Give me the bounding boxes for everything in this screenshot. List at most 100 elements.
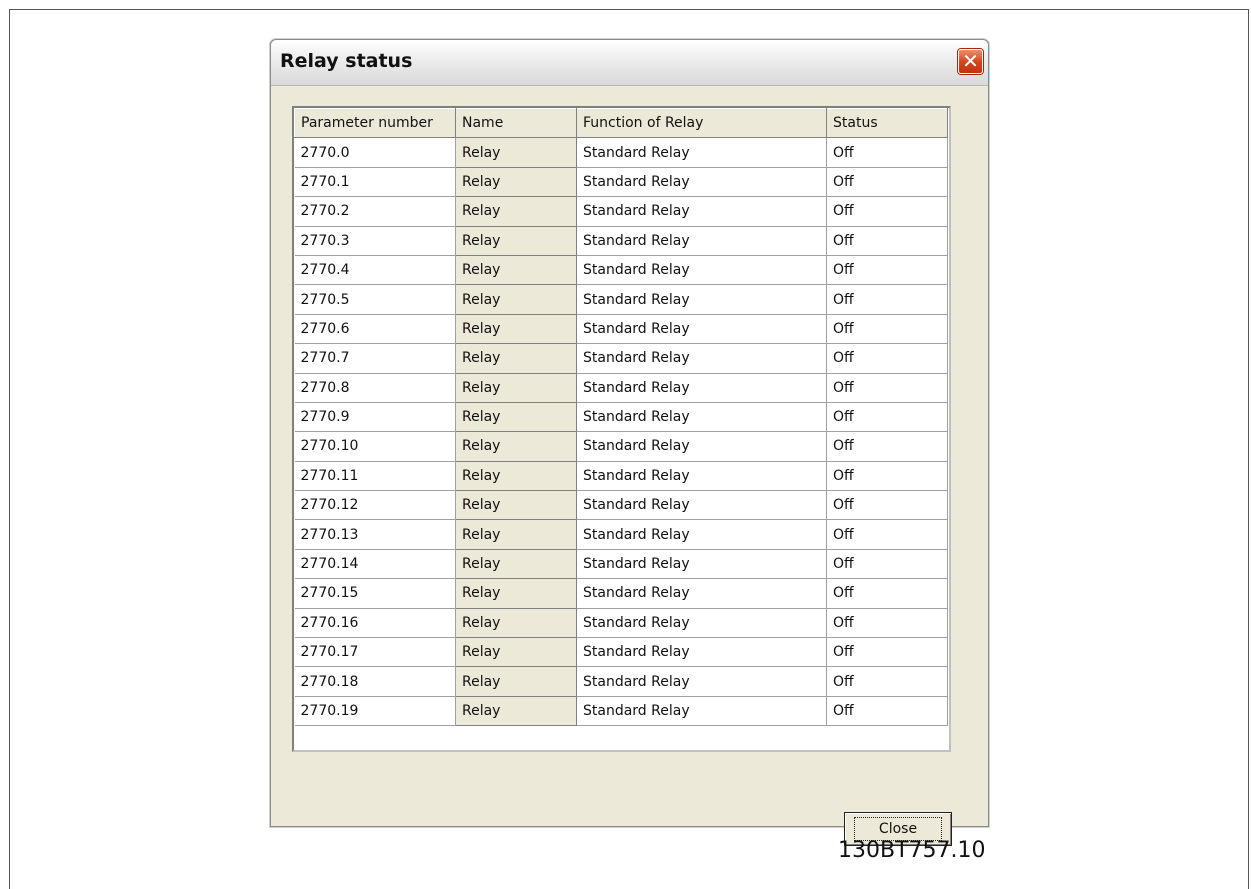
cell-parameter-number[interactable]: 2770.12 [294, 490, 456, 521]
cell-parameter-number[interactable]: 2770.3 [294, 226, 456, 256]
cell-function[interactable]: Standard Relay [576, 490, 827, 521]
table-row[interactable]: 2770.4 Relay Standard Relay Off [294, 254, 948, 286]
table-row[interactable]: 2770.10 Relay Standard Relay Off [294, 431, 948, 462]
cell-function[interactable]: Standard Relay [576, 137, 827, 168]
column-header-name[interactable]: Name [455, 108, 577, 139]
cell-status[interactable]: Off [826, 696, 948, 727]
cell-status[interactable]: Off [826, 343, 948, 374]
cell-function[interactable]: Standard Relay [576, 343, 827, 374]
cell-status[interactable]: Off [826, 137, 948, 168]
cell-name[interactable]: Relay [455, 284, 577, 315]
cell-name[interactable]: Relay [455, 313, 577, 345]
table-row[interactable]: 2770.2 Relay Standard Relay Off [294, 196, 948, 227]
table-row[interactable]: 2770.5 Relay Standard Relay Off [294, 284, 948, 315]
column-header-status[interactable]: Status [826, 108, 948, 139]
table-row[interactable]: 2770.16 Relay Standard Relay Off [294, 607, 948, 639]
cell-name[interactable]: Relay [455, 372, 577, 403]
cell-function[interactable]: Standard Relay [576, 255, 827, 286]
cell-status[interactable]: Off [826, 578, 948, 609]
cell-function[interactable]: Standard Relay [576, 431, 827, 462]
cell-function[interactable]: Standard Relay [576, 314, 827, 345]
cell-name[interactable]: Relay [455, 196, 577, 227]
cell-status[interactable]: Off [826, 373, 948, 403]
cell-name[interactable]: Relay [455, 137, 577, 168]
cell-name[interactable]: Relay [455, 225, 577, 256]
cell-function[interactable]: Standard Relay [576, 167, 827, 198]
cell-parameter-number[interactable]: 2770.2 [294, 196, 456, 227]
cell-name[interactable]: Relay [455, 637, 577, 668]
cell-status[interactable]: Off [826, 255, 948, 286]
cell-parameter-number[interactable]: 2770.9 [294, 402, 456, 433]
cell-function[interactable]: Standard Relay [576, 637, 827, 668]
cell-status[interactable]: Off [826, 402, 948, 433]
cell-name[interactable]: Relay [455, 666, 577, 697]
cell-status[interactable]: Off [826, 549, 948, 580]
cell-name[interactable]: Relay [455, 166, 577, 198]
cell-parameter-number[interactable]: 2770.4 [294, 255, 456, 286]
table-row[interactable]: 2770.1 Relay Standard Relay Off [294, 166, 948, 198]
cell-function[interactable]: Standard Relay [576, 696, 827, 727]
title-bar[interactable]: Relay status ✕ [271, 40, 988, 86]
cell-name[interactable]: Relay [455, 343, 577, 374]
cell-parameter-number[interactable]: 2770.8 [294, 373, 456, 403]
cell-status[interactable]: Off [826, 519, 948, 550]
cell-function[interactable]: Standard Relay [576, 519, 827, 550]
cell-name[interactable]: Relay [455, 490, 577, 521]
table-row[interactable]: 2770.7 Relay Standard Relay Off [294, 343, 948, 374]
cell-function[interactable]: Standard Relay [576, 666, 827, 697]
table-row[interactable]: 2770.19 Relay Standard Relay Off [294, 695, 948, 727]
cell-name[interactable]: Relay [455, 519, 577, 550]
table-row[interactable]: 2770.12 Relay Standard Relay Off [294, 490, 948, 521]
table-row[interactable]: 2770.6 Relay Standard Relay Off [294, 313, 948, 345]
table-row[interactable]: 2770.15 Relay Standard Relay Off [294, 578, 948, 609]
cell-name[interactable]: Relay [455, 578, 577, 609]
cell-parameter-number[interactable]: 2770.5 [294, 284, 456, 315]
cell-parameter-number[interactable]: 2770.1 [294, 167, 456, 198]
cell-parameter-number[interactable]: 2770.15 [294, 578, 456, 609]
cell-function[interactable]: Standard Relay [576, 461, 827, 492]
cell-parameter-number[interactable]: 2770.17 [294, 637, 456, 668]
cell-function[interactable]: Standard Relay [576, 608, 827, 639]
cell-function[interactable]: Standard Relay [576, 284, 827, 315]
cell-function[interactable]: Standard Relay [576, 549, 827, 580]
table-row[interactable]: 2770.11 Relay Standard Relay Off [294, 460, 948, 492]
table-row[interactable]: 2770.3 Relay Standard Relay Off [294, 225, 948, 256]
cell-name[interactable]: Relay [455, 548, 577, 580]
cell-name[interactable]: Relay [455, 431, 577, 462]
cell-name[interactable]: Relay [455, 401, 577, 433]
cell-status[interactable]: Off [826, 608, 948, 639]
cell-parameter-number[interactable]: 2770.18 [294, 666, 456, 697]
cell-parameter-number[interactable]: 2770.16 [294, 608, 456, 639]
cell-parameter-number[interactable]: 2770.14 [294, 549, 456, 580]
table-row[interactable]: 2770.0 Relay Standard Relay Off [294, 137, 948, 168]
table-row[interactable]: 2770.9 Relay Standard Relay Off [294, 401, 948, 433]
cell-function[interactable]: Standard Relay [576, 373, 827, 403]
cell-function[interactable]: Standard Relay [576, 578, 827, 609]
cell-parameter-number[interactable]: 2770.0 [294, 137, 456, 168]
cell-status[interactable]: Off [826, 226, 948, 256]
cell-name[interactable]: Relay [455, 460, 577, 492]
cell-name[interactable]: Relay [455, 695, 577, 727]
table-row[interactable]: 2770.18 Relay Standard Relay Off [294, 666, 948, 697]
table-row[interactable]: 2770.17 Relay Standard Relay Off [294, 637, 948, 668]
cell-status[interactable]: Off [826, 284, 948, 315]
cell-status[interactable]: Off [826, 461, 948, 492]
cell-parameter-number[interactable]: 2770.13 [294, 519, 456, 550]
cell-function[interactable]: Standard Relay [576, 402, 827, 433]
cell-status[interactable]: Off [826, 666, 948, 697]
cell-parameter-number[interactable]: 2770.19 [294, 696, 456, 727]
cell-status[interactable]: Off [826, 167, 948, 198]
cell-name[interactable]: Relay [455, 254, 577, 286]
cell-parameter-number[interactable]: 2770.7 [294, 343, 456, 374]
cell-status[interactable]: Off [826, 196, 948, 227]
table-row[interactable]: 2770.14 Relay Standard Relay Off [294, 548, 948, 580]
cell-function[interactable]: Standard Relay [576, 196, 827, 227]
table-row[interactable]: 2770.13 Relay Standard Relay Off [294, 519, 948, 550]
close-icon[interactable]: ✕ [958, 49, 983, 74]
column-header-function[interactable]: Function of Relay [576, 108, 827, 139]
cell-parameter-number[interactable]: 2770.6 [294, 314, 456, 345]
cell-name[interactable]: Relay [455, 607, 577, 639]
table-row[interactable]: 2770.8 Relay Standard Relay Off [294, 372, 948, 403]
cell-status[interactable]: Off [826, 490, 948, 521]
cell-status[interactable]: Off [826, 431, 948, 462]
